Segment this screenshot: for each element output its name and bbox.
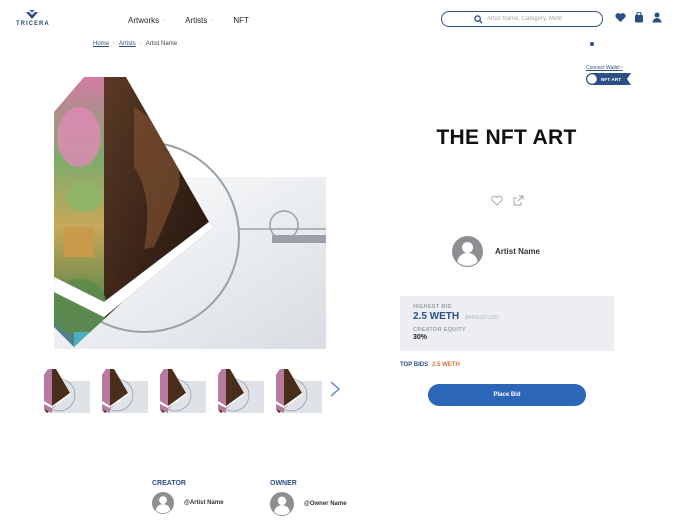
highest-bid-label: HIGHEST BID bbox=[413, 304, 452, 310]
nav-label: Artists bbox=[185, 16, 208, 25]
thumbnail[interactable] bbox=[218, 369, 264, 413]
owner-section: OWNER @Owner Name bbox=[270, 480, 347, 516]
logo-text: TRICERA bbox=[16, 21, 50, 27]
creator-section: CREATOR @Artist Name bbox=[152, 480, 224, 514]
connect-wallet-link[interactable]: Connect Wallet › bbox=[586, 65, 623, 71]
top-bids-value: 2.5 WETH bbox=[432, 362, 460, 368]
avatar bbox=[270, 492, 294, 516]
heart-icon[interactable] bbox=[615, 12, 626, 23]
highest-bid-value: 2.5 WETH bbox=[413, 311, 460, 322]
artwork-title: THE NFT ART bbox=[436, 126, 577, 149]
artwork-image[interactable] bbox=[54, 77, 326, 349]
chevron-right-icon: › bbox=[211, 17, 214, 24]
breadcrumb-home-link[interactable]: Home bbox=[93, 41, 109, 47]
artwork-actions bbox=[491, 195, 524, 206]
main-nav: Artworks › Artists › NFT bbox=[128, 16, 269, 25]
nft-art-toggle[interactable]: NFT ART bbox=[586, 73, 631, 85]
nav-label: Artworks bbox=[128, 16, 160, 25]
creator-equity-value: 30% bbox=[413, 334, 428, 341]
breadcrumb-current: Artist Name bbox=[145, 41, 178, 47]
toggle-label: NFT ART bbox=[601, 77, 621, 83]
nav-item-artworks[interactable]: Artworks › bbox=[128, 16, 165, 25]
breadcrumb-separator: › bbox=[113, 41, 116, 47]
user-icon[interactable] bbox=[652, 12, 662, 23]
status-dot bbox=[590, 42, 594, 46]
nav-label: NFT bbox=[233, 16, 249, 25]
nav-item-nft[interactable]: NFT bbox=[233, 16, 249, 25]
chevron-right-icon[interactable] bbox=[328, 380, 342, 398]
logo[interactable]: TRICERA bbox=[16, 10, 50, 27]
chevron-right-icon: › bbox=[163, 17, 166, 24]
owner-name: @Owner Name bbox=[304, 501, 347, 507]
thumbnail-strip bbox=[44, 369, 322, 413]
breadcrumb-separator: › bbox=[139, 41, 142, 47]
chevron-right-icon: › bbox=[621, 65, 623, 71]
thumbnail[interactable] bbox=[160, 369, 206, 413]
creator-heading: CREATOR bbox=[152, 480, 186, 487]
search-icon[interactable] bbox=[474, 15, 483, 24]
top-bids-label: TOP BIDS bbox=[400, 362, 429, 368]
thumbnail[interactable] bbox=[44, 369, 90, 413]
avatar bbox=[152, 492, 174, 514]
search-bar bbox=[441, 11, 603, 27]
top-bids[interactable]: TOP BIDS 2.5 WETH bbox=[400, 362, 460, 368]
place-bid-button[interactable]: Place Bid bbox=[428, 384, 586, 406]
bid-summary: HIGHEST BID 2.5 WETH $4400.00 USD CREATO… bbox=[400, 296, 614, 351]
artist-name: Artist Name bbox=[495, 247, 540, 256]
highest-bid-usd: $4400.00 USD bbox=[465, 315, 498, 321]
thumbnail[interactable] bbox=[102, 369, 148, 413]
owner-heading: OWNER bbox=[270, 480, 297, 487]
breadcrumb-artists-link[interactable]: Artists bbox=[119, 41, 136, 47]
shopping-bag-icon[interactable] bbox=[634, 12, 644, 23]
owner-profile[interactable]: @Owner Name bbox=[270, 492, 347, 516]
heart-outline-icon[interactable] bbox=[491, 195, 503, 206]
creator-equity-label: CREATOR EQUITY bbox=[413, 327, 466, 333]
avatar bbox=[452, 236, 483, 267]
breadcrumb: Home › Artists › Artist Name bbox=[93, 41, 177, 47]
logo-mark-icon bbox=[26, 10, 38, 19]
artist-profile[interactable]: Artist Name bbox=[452, 236, 540, 267]
share-icon[interactable] bbox=[513, 195, 524, 206]
creator-name: @Artist Name bbox=[184, 500, 224, 506]
creator-profile[interactable]: @Artist Name bbox=[152, 492, 224, 514]
connect-wallet-label: Connect Wallet bbox=[586, 65, 620, 71]
thumbnail[interactable] bbox=[276, 369, 322, 413]
search-input[interactable] bbox=[475, 16, 602, 22]
nav-item-artists[interactable]: Artists › bbox=[185, 16, 213, 25]
